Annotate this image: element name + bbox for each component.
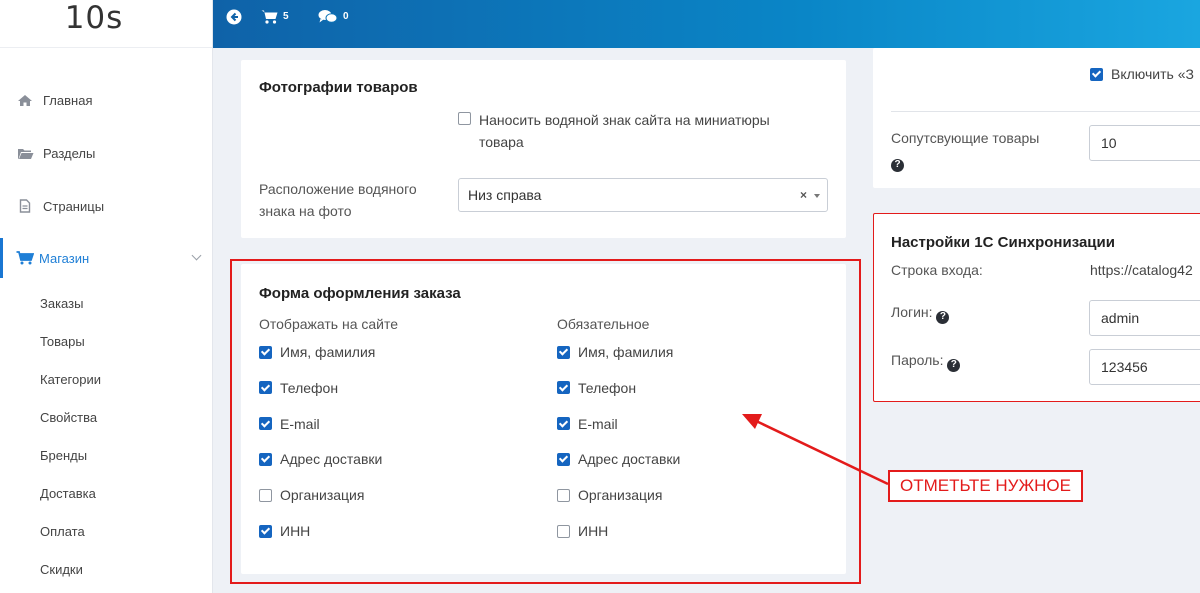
logo[interactable]: 10s xyxy=(0,0,212,48)
settings-card: Включить «З Сопутсвующие товары ? xyxy=(873,48,1200,188)
cart-button[interactable]: 5 xyxy=(261,9,289,24)
sidebar-subitem-categories[interactable]: Категории xyxy=(40,372,101,387)
divider xyxy=(891,111,1200,112)
caret-down-icon xyxy=(814,194,820,198)
watermark-checkbox-row[interactable]: Наносить водяной знак сайта на миниатюры… xyxy=(458,109,770,153)
sync-password-input[interactable] xyxy=(1089,349,1200,385)
watermark-label-line1: Наносить водяной знак сайта на миниатюры xyxy=(479,112,770,128)
sync-login-input[interactable] xyxy=(1089,300,1200,336)
watermark-label-line2: товара xyxy=(479,134,524,150)
help-icon[interactable]: ? xyxy=(947,358,961,372)
topbar: 5 0 xyxy=(213,0,1200,48)
sidebar-item-label: Страницы xyxy=(43,198,105,214)
sync-url-value: https://catalog42 xyxy=(1090,262,1193,278)
sidebar-subitem-payment[interactable]: Оплата xyxy=(40,524,85,539)
cart-icon xyxy=(261,10,278,24)
sidebar-subitem-delivery[interactable]: Доставка xyxy=(40,486,96,501)
sidebar-subitem-orders[interactable]: Заказы xyxy=(40,296,83,311)
watermark-position-label: Расположение водяного знака на фото xyxy=(259,181,417,219)
sidebar-subitem-products[interactable]: Товары xyxy=(40,334,85,349)
home-icon xyxy=(16,93,34,107)
sidebar-subitem-discounts[interactable]: Скидки xyxy=(40,562,83,577)
photos-card: Фотографии товаров Наносить водяной знак… xyxy=(241,60,846,238)
related-products-input[interactable] xyxy=(1089,125,1200,161)
sidebar-item-shop[interactable]: Магазин xyxy=(0,238,212,278)
sidebar-item-home[interactable]: Главная xyxy=(0,80,212,120)
cart-count: 5 xyxy=(283,11,289,22)
help-icon[interactable]: ? xyxy=(891,158,904,172)
sync-title: Настройки 1С Синхронизации xyxy=(891,234,1115,251)
annotation-callout: ОТМЕТЬТЕ НУЖНОЕ xyxy=(888,470,1083,502)
sidebar-item-label: Главная xyxy=(43,92,93,108)
logo-text: 10s xyxy=(64,0,124,36)
sync-login-label: Логин: ? xyxy=(891,301,950,324)
sync-url-label: Строка входа: xyxy=(891,262,983,278)
help-icon[interactable]: ? xyxy=(936,310,950,324)
sidebar-subitem-brands[interactable]: Бренды xyxy=(40,448,87,463)
sidebar: 10s Главная Разделы Страницы Магазин Зак… xyxy=(0,0,213,593)
sidebar-item-label: Магазин xyxy=(39,250,90,266)
photos-title: Фотографии товаров xyxy=(259,79,418,96)
enable-checkbox[interactable] xyxy=(1090,67,1103,81)
arrow-left-circle-icon xyxy=(226,9,242,25)
sidebar-subitem-properties[interactable]: Свойства xyxy=(40,410,97,425)
sync-card: Настройки 1С Синхронизации Строка входа:… xyxy=(873,213,1200,402)
sidebar-item-sections[interactable]: Разделы xyxy=(0,133,212,173)
back-button[interactable] xyxy=(226,9,247,25)
chevron-down-icon xyxy=(191,250,202,261)
file-icon xyxy=(16,199,34,213)
annotation-arrow xyxy=(742,414,889,486)
related-products-label: Сопутсвующие товары ? xyxy=(891,130,1040,172)
watermark-position-value: Низ справа xyxy=(468,187,542,203)
messages-button[interactable]: 0 xyxy=(318,9,349,24)
cart-icon xyxy=(16,251,34,265)
enable-checkbox-row[interactable]: Включить «З xyxy=(1090,66,1194,82)
watermark-position-select[interactable]: Низ справа × xyxy=(458,178,828,212)
watermark-checkbox[interactable] xyxy=(458,112,471,125)
folder-icon xyxy=(16,146,34,160)
clear-icon[interactable]: × xyxy=(800,188,807,202)
sync-password-label: Пароль: ? xyxy=(891,349,961,372)
sidebar-item-label: Разделы xyxy=(43,145,96,161)
comments-icon xyxy=(318,10,338,23)
messages-count: 0 xyxy=(343,11,349,22)
enable-label: Включить «З xyxy=(1111,66,1194,82)
sidebar-item-pages[interactable]: Страницы xyxy=(0,186,212,226)
